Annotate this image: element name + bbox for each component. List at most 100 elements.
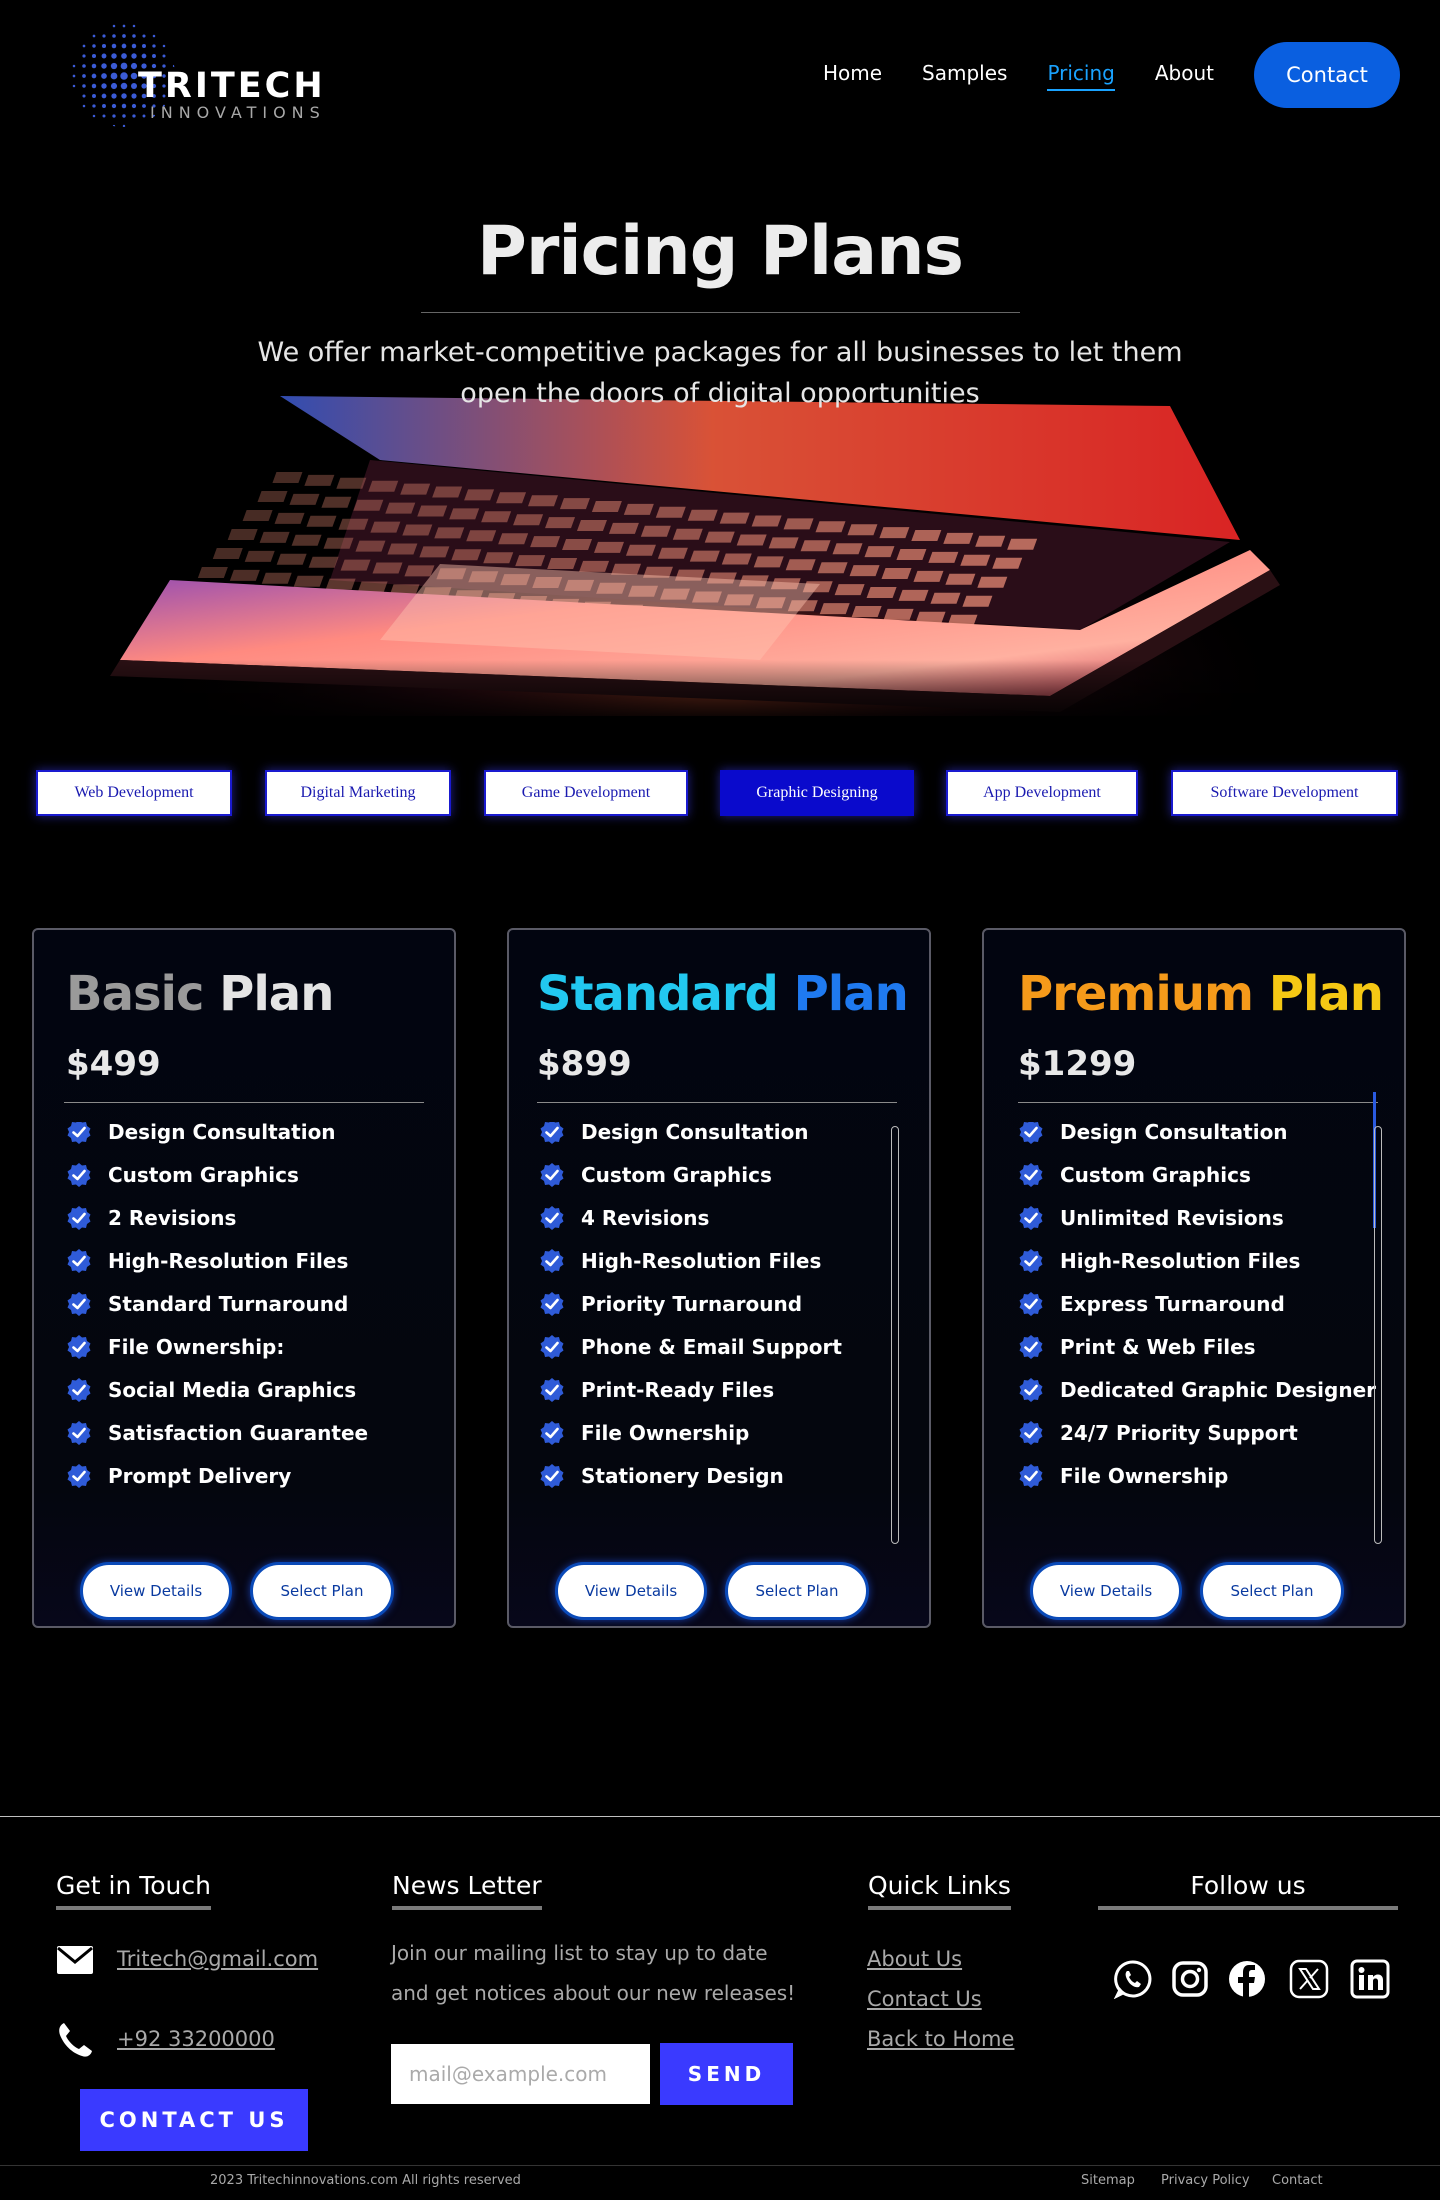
feature-label: Custom Graphics (108, 1163, 299, 1187)
check-badge-icon (67, 1421, 91, 1445)
plan-divider (537, 1102, 897, 1103)
feature-label: Print & Web Files (1060, 1335, 1256, 1359)
plan-title-word: Standard (537, 966, 779, 1022)
tab-game-development[interactable]: Game Development (484, 770, 688, 816)
newsletter-email-input[interactable] (391, 2044, 650, 2104)
feature-item: Custom Graphics (1018, 1163, 1378, 1188)
feature-item: 4 Revisions (539, 1206, 899, 1231)
nav-pricing[interactable]: Pricing (1047, 61, 1116, 91)
plan-title: Standard Plan (537, 966, 909, 1022)
check-badge-icon (67, 1464, 91, 1488)
brand-logo[interactable]: TRITECH INNOVATIONS (68, 20, 328, 135)
x-icon[interactable] (1289, 1959, 1329, 1999)
service-tabs: Web Development Digital Marketing Game D… (0, 770, 1440, 818)
check-badge-icon (1019, 1421, 1043, 1445)
newsletter-heading: News Letter (392, 1871, 542, 1910)
plan-title-word: Basic (66, 966, 204, 1022)
nav-samples[interactable]: Samples (922, 61, 1007, 89)
plan-title-word: Plan (1268, 966, 1384, 1022)
check-badge-icon (540, 1249, 564, 1273)
plan-actions: View Details Select Plan (34, 1562, 454, 1620)
feature-label: 24/7 Priority Support (1060, 1421, 1298, 1445)
select-plan-button[interactable]: Select Plan (250, 1562, 394, 1620)
instagram-icon[interactable] (1170, 1959, 1210, 1999)
plan-divider (1018, 1102, 1378, 1103)
feature-item: 24/7 Priority Support (1018, 1421, 1378, 1446)
check-badge-icon (1019, 1249, 1043, 1273)
brand-tagline: INNOVATIONS (150, 103, 326, 122)
nav-about[interactable]: About (1155, 61, 1214, 89)
main-nav: Home Samples Pricing About Contact (823, 42, 1400, 108)
tab-software-development[interactable]: Software Development (1171, 770, 1398, 816)
privacy-policy-link[interactable]: Privacy Policy (1161, 2173, 1250, 2188)
feature-label: Unlimited Revisions (1060, 1206, 1284, 1230)
quick-link-contact[interactable]: Contact Us (867, 1987, 982, 2011)
feature-list: Design Consultation Custom Graphics 2 Revi… (66, 1122, 426, 1490)
contact-phone-link[interactable]: +92 33200000 (117, 2027, 275, 2051)
feature-scrollbar[interactable] (891, 1126, 899, 1544)
check-badge-icon (67, 1249, 91, 1273)
feature-list: Design Consultation Custom Graphics 4 Revi… (539, 1122, 899, 1490)
nav-home[interactable]: Home (823, 61, 882, 89)
view-details-button[interactable]: View Details (555, 1562, 707, 1620)
plan-divider (64, 1102, 424, 1103)
feature-item: Print-Ready Files (539, 1378, 899, 1403)
feature-label: Express Turnaround (1060, 1292, 1285, 1316)
hero-section: Pricing Plans We offer market-competitiv… (0, 160, 1440, 716)
nav-contact-button[interactable]: Contact (1254, 42, 1400, 108)
newsletter-send-button[interactable]: SEND (660, 2043, 793, 2105)
feature-item: Design Consultation (539, 1122, 899, 1145)
feature-item: High-Resolution Files (66, 1249, 426, 1274)
plan-title-word: Plan (793, 966, 909, 1022)
feature-item: Priority Turnaround (539, 1292, 899, 1317)
feature-label: Priority Turnaround (581, 1292, 803, 1316)
facebook-icon[interactable] (1227, 1959, 1267, 1999)
select-plan-button[interactable]: Select Plan (725, 1562, 869, 1620)
feature-list: Design Consultation Custom Graphics Unlimi… (1018, 1122, 1378, 1490)
check-badge-icon (67, 1292, 91, 1316)
check-badge-icon (540, 1378, 564, 1402)
select-plan-button[interactable]: Select Plan (1200, 1562, 1344, 1620)
feature-item: Prompt Delivery (66, 1464, 426, 1489)
plan-price: $1299 (1018, 1044, 1137, 1084)
plan-title-word: Premium (1018, 966, 1254, 1022)
tab-app-development[interactable]: App Development (946, 770, 1138, 816)
tab-graphic-designing[interactable]: Graphic Designing (720, 770, 914, 816)
copyright-text: 2023 Tritechinnovations.com All rights r… (210, 2173, 521, 2188)
plan-card-premium: Premium Plan $1299 Design Consultation Cu… (982, 928, 1406, 1628)
site-header: TRITECH INNOVATIONS Home Samples Pricing… (0, 0, 1440, 150)
view-details-button[interactable]: View Details (80, 1562, 232, 1620)
linkedin-icon[interactable] (1350, 1959, 1390, 1999)
check-badge-icon (67, 1122, 91, 1144)
get-in-touch-heading: Get in Touch (56, 1871, 211, 1910)
feature-label: Stationery Design (581, 1464, 784, 1488)
feature-item: File Ownership (539, 1421, 899, 1446)
footer-bottom-divider (0, 2165, 1440, 2166)
plan-card-standard: Standard Plan $899 Design Consultation Cu… (507, 928, 931, 1628)
sitemap-link[interactable]: Sitemap (1081, 2173, 1135, 2188)
check-badge-icon (1019, 1292, 1043, 1316)
view-details-button[interactable]: View Details (1030, 1562, 1182, 1620)
feature-label: 4 Revisions (581, 1206, 710, 1230)
footer-contact-link[interactable]: Contact (1272, 2173, 1323, 2188)
check-badge-icon (1019, 1206, 1043, 1230)
site-footer: Get in Touch Tritech@gmail.com +92 33200… (0, 1816, 1440, 2200)
plan-title: Basic Plan (66, 966, 334, 1022)
feature-label: Social Media Graphics (108, 1378, 357, 1402)
whatsapp-icon[interactable] (1113, 1959, 1153, 1999)
feature-scrollbar[interactable] (1374, 1126, 1382, 1544)
tab-web-development[interactable]: Web Development (36, 770, 232, 816)
feature-label: Phone & Email Support (581, 1335, 842, 1359)
mail-icon (57, 1946, 93, 1974)
quick-link-about[interactable]: About Us (867, 1947, 962, 1971)
contact-us-button[interactable]: CONTACT US (80, 2089, 308, 2151)
quick-link-home[interactable]: Back to Home (867, 2027, 1014, 2051)
contact-email-link[interactable]: Tritech@gmail.com (117, 1947, 318, 1971)
tab-digital-marketing[interactable]: Digital Marketing (265, 770, 451, 816)
feature-label: High-Resolution Files (108, 1249, 349, 1273)
feature-item: Social Media Graphics (66, 1378, 426, 1403)
newsletter-text-line: and get notices about our new releases! (391, 1981, 796, 2005)
brand-name: TRITECH (138, 66, 326, 106)
feature-item: Custom Graphics (66, 1163, 426, 1188)
feature-item: High-Resolution Files (539, 1249, 899, 1274)
